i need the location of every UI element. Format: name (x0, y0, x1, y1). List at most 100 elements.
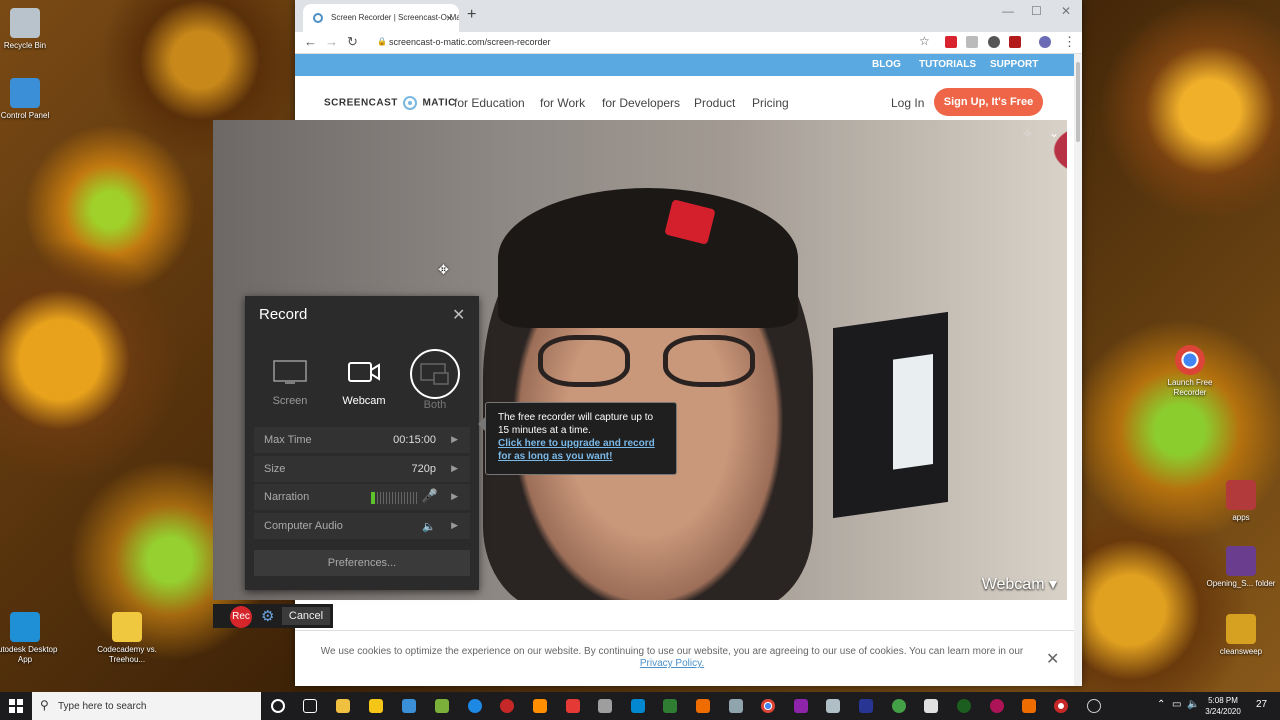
login-link[interactable]: Log In (891, 96, 924, 110)
nav-work[interactable]: for Work (540, 96, 585, 110)
edge-icon[interactable] (468, 699, 482, 713)
store-icon[interactable] (369, 699, 383, 713)
nav-pricing[interactable]: Pricing (752, 96, 789, 110)
app-icon[interactable] (729, 699, 743, 713)
network-icon[interactable]: ▭ (1172, 699, 1181, 710)
app-icon[interactable] (566, 699, 580, 713)
file-explorer-icon[interactable] (336, 699, 350, 713)
screencast-recorder-icon[interactable] (1054, 699, 1068, 713)
close-icon[interactable]: ✕ (452, 305, 465, 325)
record-panel-title: Record (259, 306, 308, 323)
notifications-count[interactable]: 27 (1256, 699, 1267, 710)
magic-wand-icon[interactable]: ✧ (1022, 126, 1033, 142)
screencast-o-matic-logo[interactable]: SCREENCAST MATIC (324, 96, 456, 110)
app-icon[interactable] (500, 699, 514, 713)
app-icon[interactable] (1022, 699, 1036, 713)
chrome-icon[interactable] (761, 699, 775, 713)
page-scrollbar[interactable] (1074, 54, 1082, 686)
screen-icon (255, 355, 325, 389)
upgrade-link[interactable]: Click here to upgrade and record for as … (498, 437, 664, 463)
nav-developers[interactable]: for Developers (602, 96, 680, 110)
desktop-icon-launch-recorder[interactable]: Launch Free Recorder (1152, 345, 1228, 398)
size-value: 720p (411, 463, 436, 475)
mode-screen-button[interactable]: Screen (255, 343, 325, 411)
app-icon[interactable] (1087, 699, 1101, 713)
desktop-icon-label: apps (1232, 513, 1250, 522)
webcam-glasses (538, 335, 768, 390)
tutorials-link[interactable]: TUTORIALS (919, 59, 976, 70)
desktop-icon-codecademy-zip[interactable]: Codecademy vs. Treehou... (89, 612, 165, 665)
max-time-row[interactable]: Max Time 00:15:00 ▶ (254, 427, 470, 453)
back-arrow-icon[interactable]: ← (304, 34, 317, 49)
app-icon[interactable] (663, 699, 677, 713)
support-link[interactable]: SUPPORT (990, 59, 1038, 70)
size-row[interactable]: Size 720p ▶ (254, 456, 470, 482)
browser-tab[interactable]: Screen Recorder | Screencast-O-Matic × (303, 4, 459, 32)
webcam-source-dropdown[interactable]: Webcam ▾ (982, 574, 1057, 594)
app-icon[interactable] (957, 699, 971, 713)
background-monitor (833, 311, 948, 519)
cortana-icon[interactable] (271, 699, 285, 713)
reload-icon[interactable]: ↻ (347, 34, 358, 50)
narration-row[interactable]: Narration 🎤 ▶ (254, 484, 470, 510)
nav-education[interactable]: for Education (454, 96, 525, 110)
cookie-close-icon[interactable]: ✕ (1046, 649, 1059, 669)
taskbar-clock[interactable]: 5:08 PM 3/24/2020 (1198, 695, 1248, 717)
mode-webcam-button[interactable]: Webcam (329, 343, 399, 411)
profile-avatar[interactable] (1039, 36, 1051, 48)
winrar-icon (1226, 480, 1256, 510)
vlc-icon[interactable] (533, 699, 547, 713)
taskbar-search-box[interactable]: ⚲ Type here to search (32, 692, 261, 720)
desktop-icon-opening-folder[interactable]: Opening_S... folder (1203, 546, 1279, 589)
app-icon[interactable] (990, 699, 1004, 713)
tray-chevron-icon[interactable]: ⌃ (1157, 699, 1165, 710)
desktop-icon-control-panel[interactable]: Control Panel (0, 78, 63, 121)
tab-close-icon[interactable]: × (446, 11, 453, 25)
app-icon[interactable] (892, 699, 906, 713)
app-icon[interactable] (924, 699, 938, 713)
privacy-policy-link[interactable]: Privacy Policy. (640, 658, 704, 669)
app-icon[interactable] (794, 699, 808, 713)
narration-level-fill (371, 492, 375, 504)
signup-button[interactable]: Sign Up, It's Free (934, 88, 1043, 116)
cancel-button[interactable]: Cancel (282, 607, 330, 625)
maximize-button[interactable]: ☐ (1031, 4, 1042, 18)
extension-icon[interactable] (988, 36, 1000, 48)
rec-button[interactable]: Rec (230, 606, 252, 628)
task-view-icon[interactable] (303, 699, 317, 713)
computer-audio-row[interactable]: Computer Audio 🔈 ▶ (254, 513, 470, 539)
desktop-icon-autodesk[interactable]: Autodesk Desktop App (0, 612, 63, 665)
narration-level-meter (371, 492, 419, 504)
desktop-icon-label: Opening_S... folder (1206, 579, 1276, 588)
mail-icon[interactable] (402, 699, 416, 713)
extension-icon[interactable] (966, 36, 978, 48)
scrollbar-thumb[interactable] (1076, 62, 1080, 142)
mode-both-button[interactable]: Both (400, 343, 470, 411)
powershell-icon[interactable] (859, 699, 873, 713)
nav-product[interactable]: Product (694, 96, 735, 110)
url-field[interactable]: 🔒 screencast-o-matic.com/screen-recorder (377, 33, 987, 51)
adblock-extension-icon[interactable] (945, 36, 957, 48)
forward-arrow-icon[interactable]: → (325, 34, 338, 49)
app-icon[interactable] (631, 699, 645, 713)
chevron-down-icon[interactable]: ⌄ (1049, 126, 1059, 140)
app-icon[interactable] (696, 699, 710, 713)
chevron-right-icon: ▶ (451, 434, 458, 444)
close-window-button[interactable]: ✕ (1061, 4, 1071, 18)
menu-dots-icon[interactable]: ⋮ (1063, 34, 1076, 50)
bookmark-star-icon[interactable]: ☆ (919, 34, 930, 48)
pdf-extension-icon[interactable] (1009, 36, 1021, 48)
preferences-button[interactable]: Preferences... (254, 550, 470, 576)
windows-start-icon[interactable] (9, 699, 23, 713)
desktop-icon-apps[interactable]: apps (1203, 480, 1279, 523)
desktop-icon-label: Control Panel (0, 111, 50, 120)
desktop-icon-cleansweep[interactable]: cleansweep (1203, 614, 1279, 657)
app-icon[interactable] (826, 699, 840, 713)
desktop-icon-recycle-bin[interactable]: Recycle Bin (0, 8, 63, 51)
app-icon[interactable] (435, 699, 449, 713)
blog-link[interactable]: BLOG (872, 59, 901, 70)
app-icon[interactable] (598, 699, 612, 713)
gear-icon[interactable]: ⚙ (261, 607, 274, 625)
minimize-button[interactable]: — (1002, 4, 1014, 18)
new-tab-button[interactable]: + (467, 6, 476, 24)
